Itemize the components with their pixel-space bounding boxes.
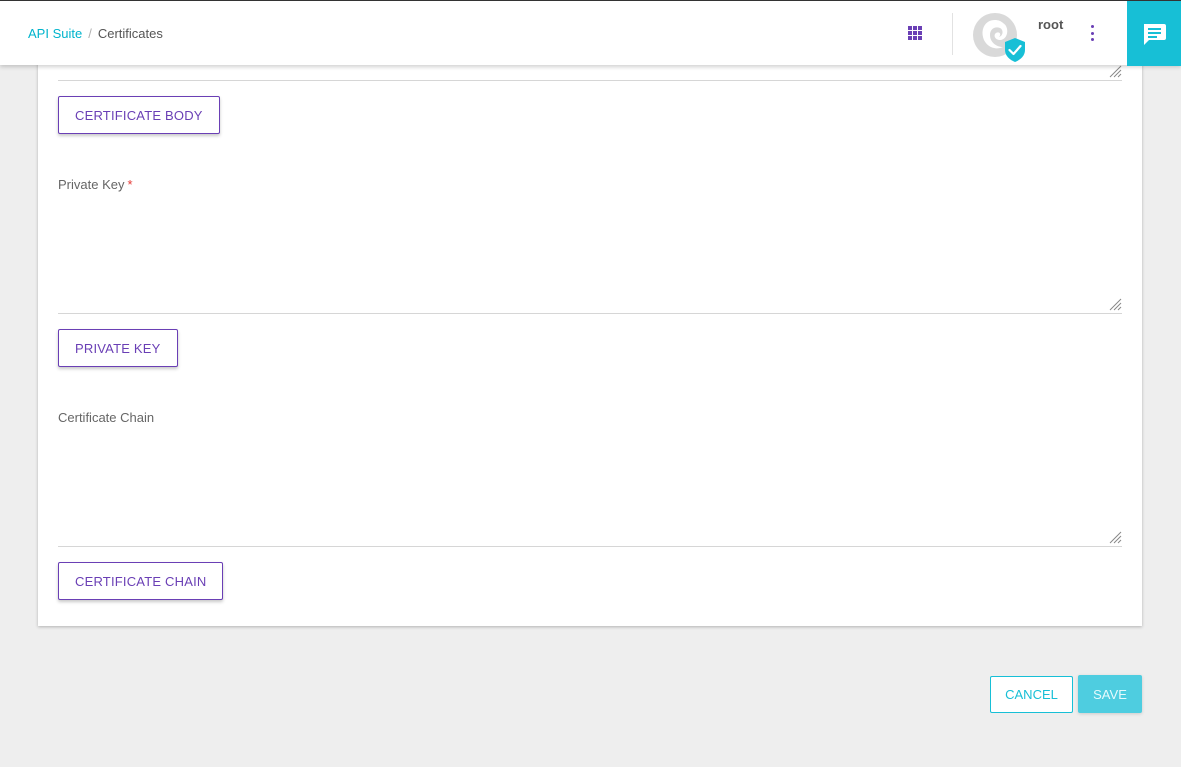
breadcrumb-link-api-suite[interactable]: API Suite bbox=[28, 26, 82, 41]
private-key-upload-button[interactable]: PRIVATE KEY bbox=[58, 329, 178, 367]
breadcrumb-current-page: Certificates bbox=[97, 26, 163, 41]
username[interactable]: root bbox=[1038, 17, 1063, 32]
resize-handle-icon[interactable] bbox=[1108, 64, 1122, 78]
user-avatar-verified-icon[interactable] bbox=[970, 11, 1026, 63]
apps-grid-icon[interactable] bbox=[908, 26, 922, 40]
top-header-bar: API Suite / Certificates root bbox=[0, 0, 1181, 66]
certificate-chain-label-text: Certificate Chain bbox=[58, 410, 155, 425]
certificate-body-upload-button[interactable]: CERTIFICATE BODY bbox=[58, 96, 220, 134]
chat-button[interactable] bbox=[1127, 1, 1181, 66]
breadcrumb: API Suite / Certificates bbox=[28, 26, 163, 41]
certificate-chain-textarea[interactable] bbox=[58, 433, 1122, 546]
chat-message-icon bbox=[1144, 23, 1166, 45]
breadcrumb-separator: / bbox=[88, 26, 92, 41]
private-key-textarea[interactable] bbox=[58, 200, 1122, 313]
save-button[interactable]: SAVE bbox=[1078, 675, 1142, 713]
header-divider bbox=[952, 13, 953, 55]
resize-handle-icon[interactable] bbox=[1108, 297, 1122, 311]
certificate-form-card: CERTIFICATE BODY Private Key * PRIVATE KE… bbox=[38, 40, 1142, 626]
resize-handle-icon[interactable] bbox=[1108, 530, 1122, 544]
private-key-label-text: Private Key bbox=[58, 177, 125, 192]
private-key-field[interactable] bbox=[58, 200, 1122, 314]
certificate-chain-upload-button[interactable]: CERTIFICATE CHAIN bbox=[58, 562, 224, 600]
certificate-chain-field[interactable] bbox=[58, 433, 1122, 547]
cancel-button[interactable]: CANCEL bbox=[990, 676, 1073, 713]
more-vert-icon[interactable] bbox=[1086, 25, 1098, 41]
certificate-chain-label: Certificate Chain bbox=[58, 410, 154, 425]
required-marker: * bbox=[127, 177, 133, 192]
private-key-label: Private Key * bbox=[58, 177, 133, 192]
